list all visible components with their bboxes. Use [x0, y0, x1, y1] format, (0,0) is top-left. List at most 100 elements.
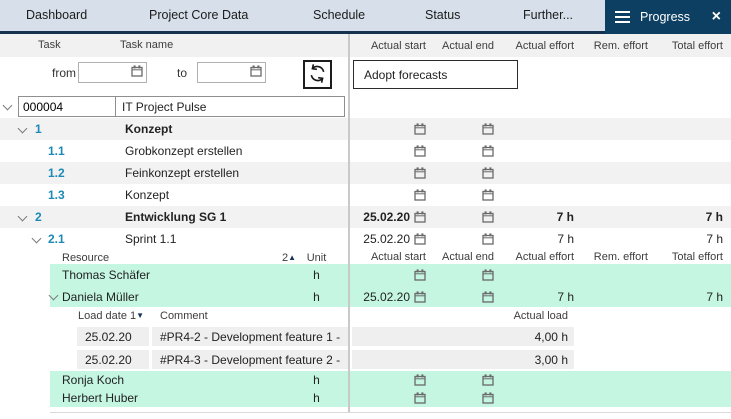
header-resource[interactable]: Resource: [62, 252, 109, 264]
calendar-icon[interactable]: [414, 167, 426, 179]
calendar-icon[interactable]: [482, 374, 494, 386]
chevron-down-icon[interactable]: [32, 234, 42, 244]
header-task[interactable]: Task: [38, 39, 61, 51]
calendar-icon[interactable]: [482, 189, 494, 201]
resource-row-herbert-huber[interactable]: Herbert Huber h: [50, 389, 731, 407]
to-label: to: [177, 66, 187, 80]
header-actual-effort[interactable]: Actual effort: [498, 34, 578, 57]
project-name[interactable]: IT Project Pulse: [116, 97, 206, 116]
calendar-icon[interactable]: [414, 374, 426, 386]
calendar-icon[interactable]: [131, 65, 143, 80]
chevron-down-icon[interactable]: [49, 291, 59, 301]
tab-further[interactable]: Further...: [523, 0, 573, 31]
load-value: 3,00 h: [352, 350, 574, 369]
resource-unit: h: [300, 391, 333, 405]
tab-progress-active[interactable]: Progress ×: [605, 0, 731, 34]
resource-header-row: Resource 2▲ Unit Actual start Actual end…: [0, 250, 731, 264]
calendar-icon[interactable]: [414, 189, 426, 201]
task-number[interactable]: 2: [35, 210, 42, 224]
actual-effort-value: 7 h: [498, 228, 578, 250]
load-row-1: 25.02.20 #PR4-2 - Development feature 1 …: [0, 327, 731, 348]
calendar-icon[interactable]: [414, 123, 426, 135]
calendar-icon[interactable]: [414, 291, 426, 303]
tab-project-core-data[interactable]: Project Core Data: [149, 0, 248, 31]
tab-dashboard[interactable]: Dashboard: [26, 0, 87, 31]
task-row-1: 1 Konzept: [0, 118, 731, 140]
calendar-icon[interactable]: [414, 211, 426, 223]
total-effort-value: [652, 118, 727, 140]
resource-row-thomas-schaefer[interactable]: Thomas Schäfer h: [50, 264, 731, 286]
refresh-button[interactable]: [303, 60, 332, 89]
to-date-input[interactable]: [198, 64, 250, 81]
calendar-icon[interactable]: [414, 269, 426, 281]
from-date-input[interactable]: [79, 64, 131, 81]
calendar-icon[interactable]: [482, 167, 494, 179]
header-unit[interactable]: Unit: [300, 252, 333, 264]
task-name[interactable]: Konzept: [125, 188, 169, 202]
total-effort-value: [652, 184, 727, 206]
actual-effort-value: [498, 140, 578, 162]
rem-effort-value: [578, 118, 652, 140]
calendar-icon[interactable]: [414, 145, 426, 157]
from-date-field[interactable]: [78, 62, 147, 83]
task-name[interactable]: Sprint 1.1: [125, 232, 176, 246]
resource-row-ronja-koch[interactable]: Ronja Koch h: [50, 371, 731, 389]
calendar-icon[interactable]: [482, 392, 494, 404]
chevron-down-icon[interactable]: [18, 124, 28, 134]
task-number[interactable]: 1.3: [48, 188, 65, 202]
header-actual-load[interactable]: Actual load: [352, 310, 568, 322]
task-number[interactable]: 2.1: [48, 232, 65, 246]
task-name[interactable]: Grobkonzept erstellen: [125, 144, 242, 158]
calendar-icon[interactable]: [482, 123, 494, 135]
header-actual-effort[interactable]: Actual effort: [498, 250, 578, 264]
calendar-icon[interactable]: [250, 65, 262, 80]
close-icon[interactable]: ×: [712, 9, 721, 25]
calendar-icon[interactable]: [482, 269, 494, 281]
adopt-forecasts-button[interactable]: Adopt forecasts: [353, 60, 518, 89]
project-id-field[interactable]: [19, 97, 116, 116]
header-actual-start[interactable]: Actual start: [352, 250, 430, 264]
tab-schedule[interactable]: Schedule: [313, 0, 365, 31]
header-comment[interactable]: Comment: [160, 310, 208, 322]
calendar-icon[interactable]: [482, 233, 494, 245]
tab-status[interactable]: Status: [425, 0, 460, 31]
header-load-date[interactable]: Load date 1▼: [78, 310, 144, 322]
rem-effort-value: [578, 371, 652, 389]
task-name[interactable]: Feinkonzept erstellen: [125, 166, 239, 180]
header-total-effort[interactable]: Total effort: [652, 250, 727, 264]
calendar-icon[interactable]: [482, 211, 494, 223]
total-effort-value: 7 h: [652, 206, 727, 228]
resource-name[interactable]: Ronja Koch: [62, 373, 124, 387]
resource-name[interactable]: Daniela Müller: [62, 290, 139, 304]
header-rem-effort[interactable]: Rem. effort: [578, 34, 652, 57]
task-number[interactable]: 1.1: [48, 144, 65, 158]
calendar-icon[interactable]: [482, 145, 494, 157]
header-task-name[interactable]: Task name: [120, 39, 173, 51]
calendar-icon[interactable]: [482, 291, 494, 303]
task-row-1-2: 1.2 Feinkonzept erstellen: [0, 162, 731, 184]
actual-start-value: 25.02.20: [363, 210, 410, 224]
to-date-field[interactable]: [197, 62, 266, 83]
resource-name[interactable]: Thomas Schäfer: [62, 268, 150, 282]
actual-effort-value: 7 h: [498, 206, 578, 228]
actual-effort-value: [498, 184, 578, 206]
menu-icon[interactable]: [615, 11, 630, 24]
calendar-icon[interactable]: [414, 392, 426, 404]
task-name[interactable]: Konzept: [125, 122, 172, 136]
header-rem-effort[interactable]: Rem. effort: [578, 250, 652, 264]
task-name[interactable]: Entwicklung SG 1: [125, 210, 226, 224]
chevron-down-icon[interactable]: [3, 101, 13, 111]
task-number[interactable]: 1.2: [48, 166, 65, 180]
resource-name[interactable]: Herbert Huber: [62, 391, 138, 405]
calendar-icon[interactable]: [414, 233, 426, 245]
project-id-input[interactable]: [19, 100, 115, 114]
sort-indicator[interactable]: 2▲: [260, 252, 296, 264]
header-total-effort[interactable]: Total effort: [652, 34, 727, 57]
header-actual-end[interactable]: Actual end: [430, 34, 498, 57]
sort-asc-icon: ▲: [288, 253, 296, 262]
resource-row-daniela-mueller[interactable]: Daniela Müller h 25.02.20 7 h 7 h: [50, 286, 731, 307]
header-actual-start[interactable]: Actual start: [352, 34, 430, 57]
header-actual-end[interactable]: Actual end: [430, 250, 498, 264]
chevron-down-icon[interactable]: [18, 212, 28, 222]
task-number[interactable]: 1: [35, 122, 42, 136]
